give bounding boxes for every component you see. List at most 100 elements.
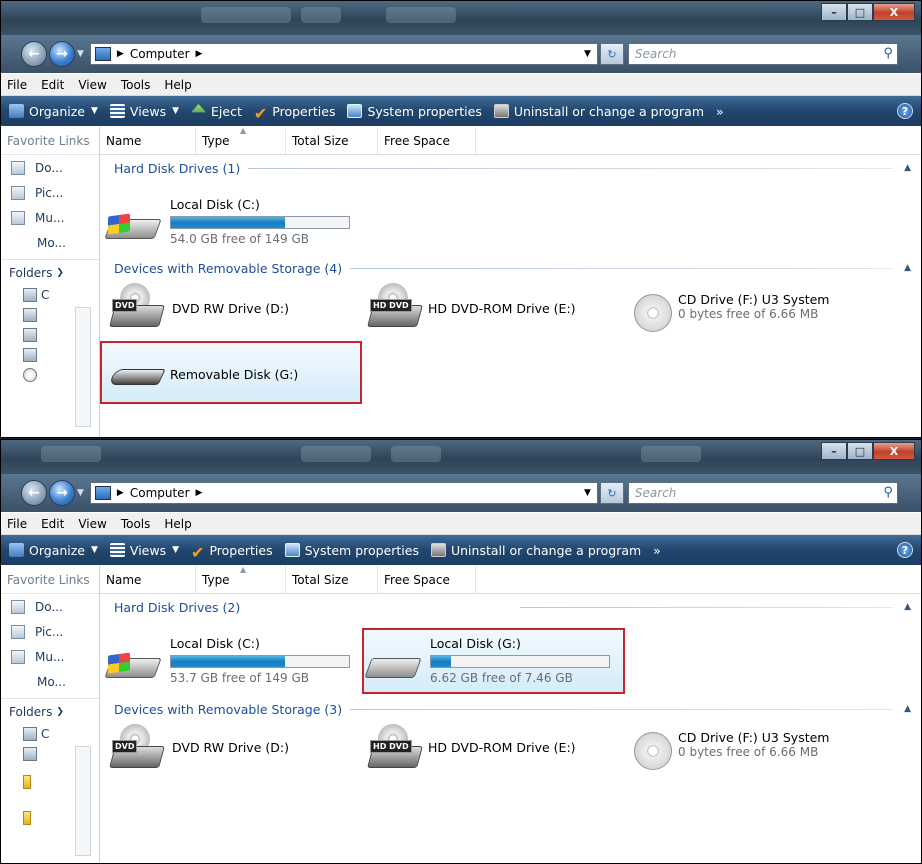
favorite-links-header[interactable]: Favorite Links [1,127,99,155]
collapse-chevron-icon[interactable]: ▲ [904,602,911,612]
tree-item-computer[interactable]: C [1,724,99,744]
drive-hd-dvd-rom-e[interactable]: HD DVD HD DVD-ROM Drive (E:) [367,724,576,772]
address-dropdown-icon[interactable]: ▼ [584,49,591,59]
column-name[interactable]: Name [100,127,196,154]
favorite-music[interactable]: Mu... [1,205,99,230]
folders-toggle[interactable]: Folders ❯ [1,698,99,724]
selected-local-disk-g[interactable]: Local Disk (G:) 6.62 GB free of 7.46 GB [362,628,625,694]
address-bar[interactable]: ▶ Computer ▶ ▼ [89,482,598,504]
menu-tools[interactable]: Tools [121,78,151,92]
menu-help[interactable]: Help [164,78,191,92]
maximize-button[interactable]: □ [847,3,873,21]
drive-local-disk-c[interactable]: Local Disk (C:) 54.0 GB free of 149 GB [104,197,350,246]
search-input[interactable]: Search ⚲ [627,43,898,65]
menu-edit[interactable]: Edit [41,517,64,531]
column-total-size[interactable]: Total Size [286,127,378,154]
folders-scrollbar[interactable] [75,746,91,856]
back-button[interactable]: ← [21,480,47,506]
favorite-more[interactable]: Mo... [1,230,99,255]
system-properties-button[interactable]: System properties [347,104,482,119]
maximize-button[interactable]: □ [847,442,873,460]
title-bar[interactable]: – □ X [1,440,921,475]
address-bar[interactable]: ▶ Computer ▶ ▼ [89,43,598,65]
group-hard-disk-drives[interactable]: Hard Disk Drives (2) ▲ [100,596,921,618]
drive-local-disk-c[interactable]: Local Disk (C:) 53.7 GB free of 149 GB [104,636,350,685]
system-properties-button[interactable]: System properties [284,543,419,558]
group-title: Devices with Removable Storage (3) [114,701,343,717]
close-button[interactable]: X [873,442,915,460]
drive-dvd-rw-d[interactable]: DVD DVD RW Drive (D:) [109,283,289,331]
folders-scrollbar[interactable] [75,307,91,427]
group-removable-storage[interactable]: Devices with Removable Storage (4) ▲ [100,257,921,279]
organize-button[interactable]: Organize ▼ [9,543,98,558]
menu-view[interactable]: View [78,78,106,92]
favorite-music[interactable]: Mu... [1,644,99,669]
minimize-button[interactable]: – [821,442,847,460]
uninstall-program-button[interactable]: Uninstall or change a program [493,104,704,119]
help-icon[interactable]: ? [897,103,913,119]
menu-tools[interactable]: Tools [121,517,151,531]
menu-help[interactable]: Help [164,517,191,531]
uninstall-program-button[interactable]: Uninstall or change a program [430,543,641,558]
favorite-documents[interactable]: Do... [1,594,99,619]
views-button[interactable]: Views ▼ [109,104,179,119]
drive-dvd-rw-d[interactable]: DVD DVD RW Drive (D:) [109,724,289,772]
properties-button[interactable]: ✔ Properties [254,104,336,124]
breadcrumb-computer[interactable]: Computer [130,47,190,61]
collapse-chevron-icon[interactable]: ▲ [904,163,911,173]
selected-removable-disk-g[interactable]: Removable Disk (G:) [100,341,362,404]
search-icon[interactable]: ⚲ [883,485,893,500]
menu-file[interactable]: File [7,78,27,92]
drive-cd-f[interactable]: CD Drive (F:) U3 System 0 bytes free of … [634,730,829,770]
column-total-size[interactable]: Total Size [286,566,378,593]
help-icon[interactable]: ? [897,542,913,558]
address-row: ← → ▼ ▶ Computer ▶ ▼ ↻ Search ⚲ [1,35,921,73]
column-free-space[interactable]: Free Space [378,127,476,154]
forward-button[interactable]: → [49,41,75,67]
favorite-pictures[interactable]: Pic... [1,180,99,205]
group-hard-disk-drives[interactable]: Hard Disk Drives (1) ▲ [100,157,921,179]
breadcrumb-arrow-icon[interactable]: ▶ [196,488,203,498]
collapse-chevron-icon[interactable]: ▲ [904,263,911,273]
views-button[interactable]: Views ▼ [109,543,179,558]
refresh-icon[interactable]: ↻ [599,482,624,504]
collapse-chevron-icon[interactable]: ▲ [904,704,911,714]
group-removable-storage[interactable]: Devices with Removable Storage (3) ▲ [100,698,921,720]
favorite-documents[interactable]: Do... [1,155,99,180]
close-button[interactable]: X [873,3,915,21]
organize-button[interactable]: Organize ▼ [9,104,98,119]
folders-toggle[interactable]: Folders ❯ [1,259,99,285]
favorite-links-header[interactable]: Favorite Links [1,566,99,594]
menu-file[interactable]: File [7,517,27,531]
menu-edit[interactable]: Edit [41,78,64,92]
favorite-pictures[interactable]: Pic... [1,619,99,644]
favorite-more[interactable]: Mo... [1,669,99,694]
eject-button[interactable]: Eject [191,104,242,119]
recent-pages-dropdown-icon[interactable]: ▼ [77,49,84,59]
tree-item-computer[interactable]: C [1,285,99,305]
title-bar[interactable]: – □ X [1,1,921,36]
breadcrumb-arrow-icon[interactable]: ▶ [196,49,203,59]
more-commands-button[interactable]: » [653,543,661,558]
drive-cd-f[interactable]: CD Drive (F:) U3 System 0 bytes free of … [634,292,829,332]
column-name[interactable]: Name [100,566,196,593]
column-type[interactable]: ▲ Type [196,565,286,593]
minimize-button[interactable]: – [821,3,847,21]
more-commands-button[interactable]: » [716,104,724,119]
recent-pages-dropdown-icon[interactable]: ▼ [77,488,84,498]
address-dropdown-icon[interactable]: ▼ [584,488,591,498]
refresh-icon[interactable]: ↻ [599,43,624,65]
search-input[interactable]: Search ⚲ [627,482,898,504]
column-free-space[interactable]: Free Space [378,566,476,593]
column-type[interactable]: ▲ Type [196,126,286,154]
forward-button[interactable]: → [49,480,75,506]
menu-view[interactable]: View [78,517,106,531]
search-icon[interactable]: ⚲ [883,46,893,61]
properties-button[interactable]: ✔ Properties [191,543,273,563]
system-properties-icon [284,543,300,557]
back-button[interactable]: ← [21,41,47,67]
breadcrumb-arrow-icon[interactable]: ▶ [117,49,124,59]
drive-hd-dvd-rom-e[interactable]: HD DVD HD DVD-ROM Drive (E:) [367,283,576,331]
breadcrumb-computer[interactable]: Computer [130,486,190,500]
breadcrumb-arrow-icon[interactable]: ▶ [117,488,124,498]
